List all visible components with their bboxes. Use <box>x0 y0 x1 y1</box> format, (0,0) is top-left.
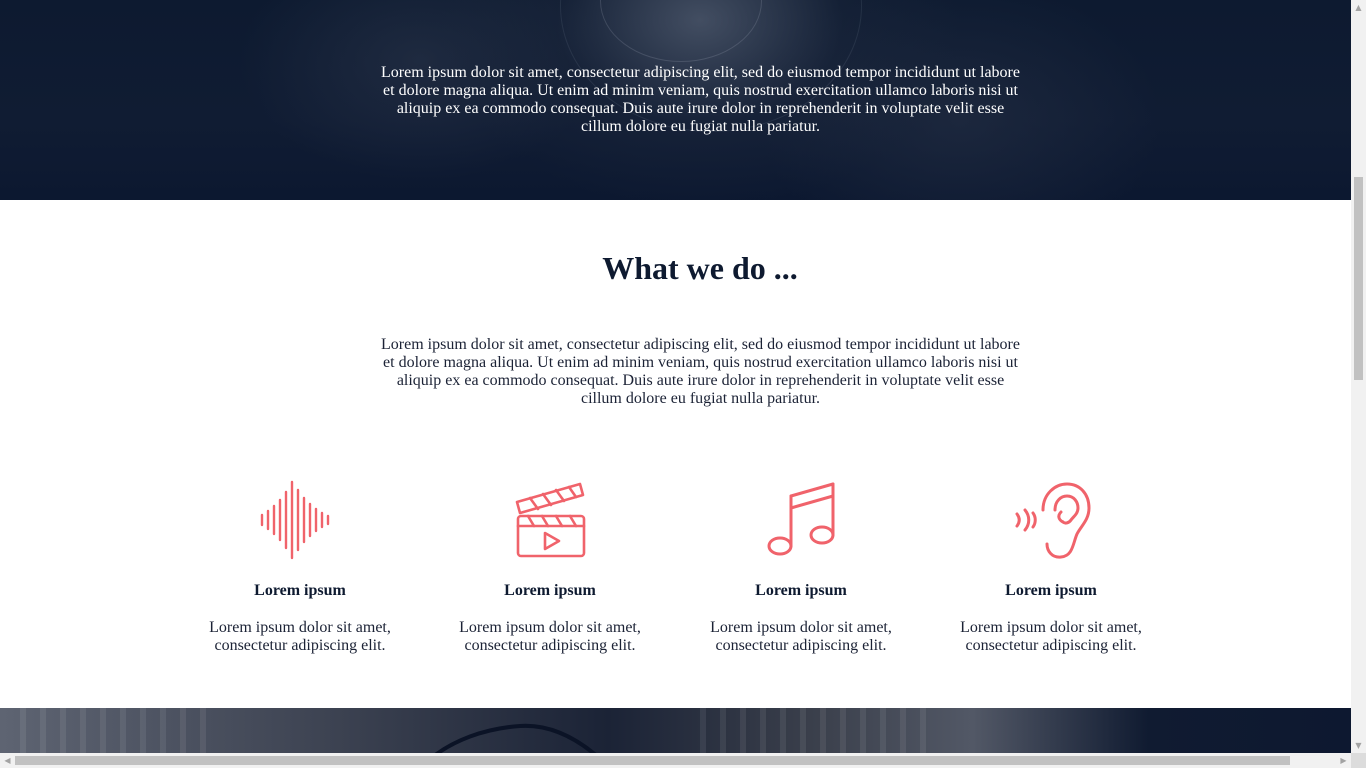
background-stripe <box>100 708 106 753</box>
background-stripe <box>900 708 906 753</box>
ear-hearing-icon <box>1015 482 1091 559</box>
background-stripe <box>40 708 46 753</box>
feature-card: Lorem ipsum Lorem ipsum dolor sit amet, … <box>180 480 420 655</box>
section-title: What we do ... <box>602 250 798 286</box>
background-stripe <box>860 708 866 753</box>
background-stripe <box>780 708 786 753</box>
vertical-scrollbar-thumb[interactable] <box>1354 177 1363 380</box>
feature-card: Lorem ipsum Lorem ipsum dolor sit amet, … <box>931 480 1171 655</box>
feature-title: Lorem ipsum <box>755 582 847 599</box>
background-stripe <box>920 708 926 753</box>
feature-text: Lorem ipsum dolor sit amet, consectetur … <box>209 619 391 654</box>
background-stripe <box>880 708 886 753</box>
feature-card: Lorem ipsum Lorem ipsum dolor sit amet, … <box>681 480 921 655</box>
background-stripe <box>200 708 206 753</box>
music-note-icon <box>767 482 835 556</box>
feature-text: Lorem ipsum dolor sit amet, consectetur … <box>960 619 1142 654</box>
background-stripe <box>120 708 126 753</box>
scroll-down-arrow-icon[interactable]: ▼ <box>1351 738 1366 753</box>
background-stripe <box>180 708 186 753</box>
feature-title: Lorem ipsum <box>504 582 596 599</box>
background-stripe <box>140 708 146 753</box>
feature-card: Lorem ipsum Lorem ipsum dolor sit amet, … <box>430 480 670 655</box>
scroll-up-arrow-icon[interactable]: ▲ <box>1351 0 1366 15</box>
background-stripe <box>160 708 166 753</box>
scroll-right-arrow-icon[interactable]: ▶ <box>1336 753 1351 768</box>
scrollbar-corner <box>1351 753 1366 768</box>
hero-section: Lorem ipsum dolor sit amet, consectetur … <box>0 0 1351 200</box>
background-stripe <box>800 708 806 753</box>
page-viewport: Lorem ipsum dolor sit amet, consectetur … <box>0 0 1351 753</box>
bottom-image-section <box>0 708 1351 753</box>
clapperboard-video-icon <box>515 482 586 558</box>
vertical-scrollbar[interactable]: ▲ ▼ <box>1351 0 1366 753</box>
feature-title: Lorem ipsum <box>254 582 346 599</box>
background-stripe <box>20 708 26 753</box>
hero-paragraph: Lorem ipsum dolor sit amet, consectetur … <box>381 64 1020 135</box>
background-stripe <box>700 708 706 753</box>
background-stripe <box>840 708 846 753</box>
scroll-left-arrow-icon[interactable]: ◀ <box>0 753 15 768</box>
feature-text: Lorem ipsum dolor sit amet, consectetur … <box>459 619 641 654</box>
background-stripe <box>820 708 826 753</box>
background-stripe <box>80 708 86 753</box>
sound-wave-icon <box>260 480 330 560</box>
feature-text: Lorem ipsum dolor sit amet, consectetur … <box>710 619 892 654</box>
background-curve <box>434 723 597 753</box>
feature-title: Lorem ipsum <box>1005 582 1097 599</box>
horizontal-scrollbar-thumb[interactable] <box>15 756 1290 765</box>
background-stripe <box>60 708 66 753</box>
background-stripe <box>740 708 746 753</box>
background-stripe <box>760 708 766 753</box>
horizontal-scrollbar[interactable]: ◀ ▶ <box>0 753 1351 768</box>
section-paragraph: Lorem ipsum dolor sit amet, consectetur … <box>381 336 1020 407</box>
background-stripe <box>720 708 726 753</box>
